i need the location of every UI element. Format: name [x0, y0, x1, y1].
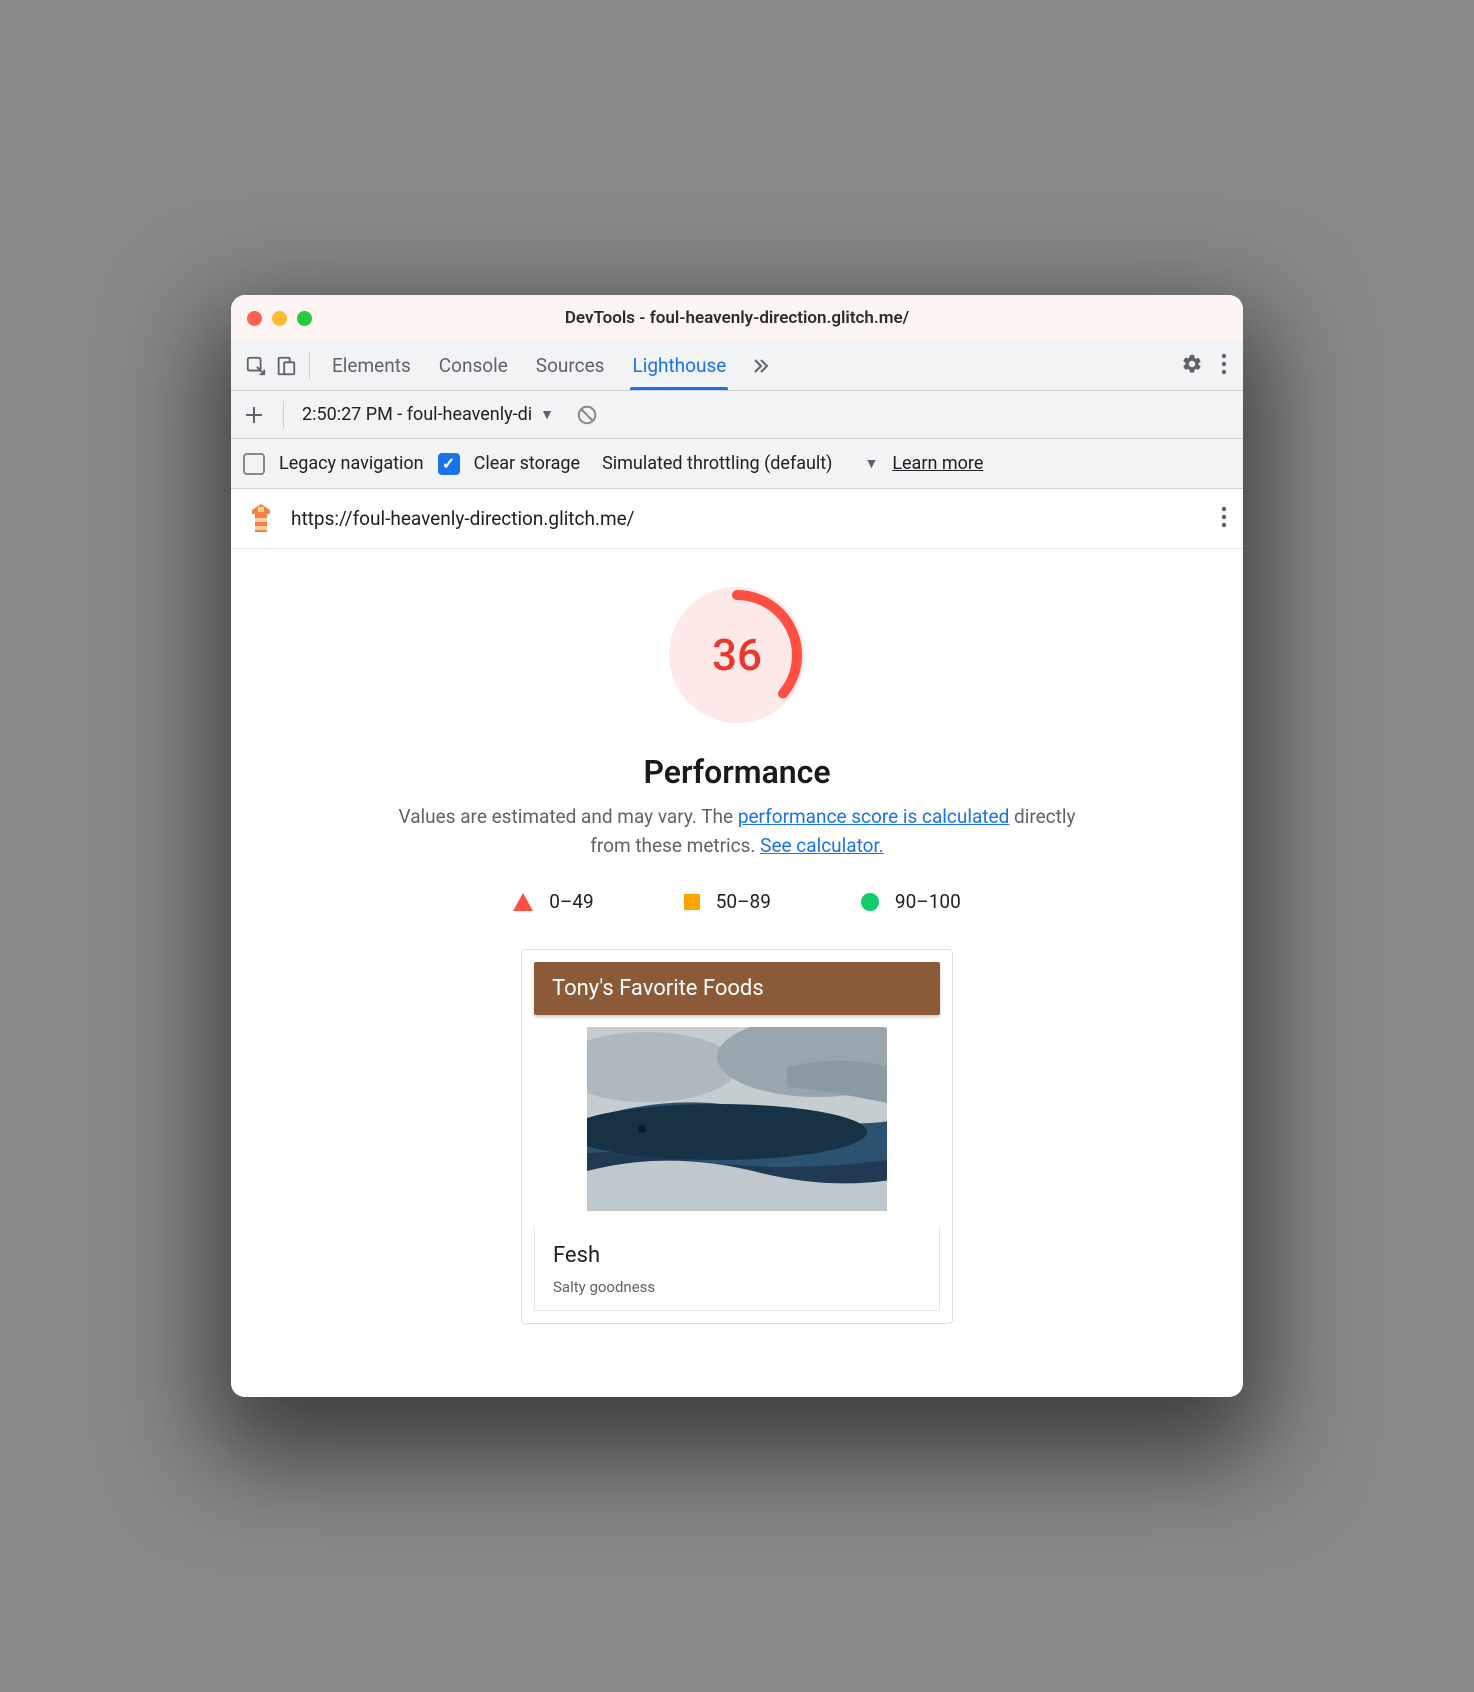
tab-console[interactable]: Console: [439, 341, 508, 390]
performance-gauge: 36: [669, 587, 805, 723]
legend-pass: 90–100: [861, 890, 961, 913]
legend-pass-label: 90–100: [895, 890, 961, 913]
tab-elements[interactable]: Elements: [332, 341, 411, 390]
inspect-element-icon[interactable]: [241, 355, 271, 377]
report-selector[interactable]: 2:50:27 PM - foul-heavenly-di ▼: [302, 404, 554, 425]
card-subtitle: Salty goodness: [553, 1278, 921, 1296]
throttling-dropdown-icon[interactable]: ▼: [864, 455, 878, 472]
circle-icon: [861, 893, 879, 911]
legend-fail-label: 0–49: [549, 890, 594, 913]
screenshot-card: Tony's Favorite Foods Fesh Salty goodnes…: [521, 949, 953, 1324]
traffic-lights: [247, 311, 312, 326]
score-calculated-link[interactable]: performance score is calculated: [738, 805, 1009, 828]
performance-heading: Performance: [643, 753, 830, 791]
chevron-down-icon: ▼: [540, 406, 554, 423]
desc-text-1: Values are estimated and may vary. The: [399, 805, 738, 828]
learn-more-link[interactable]: Learn more: [892, 453, 983, 474]
clear-storage-label: Clear storage: [474, 453, 580, 474]
see-calculator-link[interactable]: See calculator.: [760, 834, 884, 857]
devtools-window: DevTools - foul-heavenly-direction.glitc…: [231, 295, 1243, 1397]
card-body: Fesh Salty goodness: [534, 1227, 940, 1311]
clear-all-icon[interactable]: [572, 404, 602, 426]
report-selector-label: 2:50:27 PM - foul-heavenly-di: [302, 404, 532, 425]
score-legend: 0–49 50–89 90–100: [513, 890, 961, 913]
legend-average-label: 50–89: [716, 890, 771, 913]
more-tabs-icon[interactable]: [748, 354, 772, 378]
clear-storage-checkbox[interactable]: [438, 453, 460, 475]
lighthouse-logo-icon: [247, 504, 275, 534]
zoom-window-button[interactable]: [297, 311, 312, 326]
more-options-icon[interactable]: [1221, 353, 1227, 379]
performance-score: 36: [669, 587, 805, 723]
legacy-navigation-label: Legacy navigation: [279, 453, 424, 474]
triangle-icon: [513, 893, 533, 911]
lighthouse-report: 36 Performance Values are estimated and …: [231, 549, 1243, 1397]
report-url-row: https://foul-heavenly-direction.glitch.m…: [231, 489, 1243, 549]
new-report-button[interactable]: [243, 404, 265, 426]
titlebar: DevTools - foul-heavenly-direction.glitc…: [231, 295, 1243, 341]
tab-sources[interactable]: Sources: [536, 341, 605, 390]
lighthouse-options: Legacy navigation Clear storage Simulate…: [231, 439, 1243, 489]
settings-gear-icon[interactable]: [1181, 353, 1203, 379]
legend-average: 50–89: [684, 890, 771, 913]
tab-lighthouse[interactable]: Lighthouse: [632, 341, 726, 390]
square-icon: [684, 894, 700, 910]
throttling-label: Simulated throttling (default): [602, 453, 832, 474]
device-toolbar-icon[interactable]: [271, 355, 301, 377]
divider: [283, 401, 284, 429]
performance-description: Values are estimated and may vary. The p…: [377, 803, 1097, 860]
close-window-button[interactable]: [247, 311, 262, 326]
card-header: Tony's Favorite Foods: [534, 962, 940, 1015]
report-url: https://foul-heavenly-direction.glitch.m…: [291, 507, 1205, 530]
lighthouse-toolbar: 2:50:27 PM - foul-heavenly-di ▼: [231, 391, 1243, 439]
legacy-navigation-checkbox[interactable]: [243, 453, 265, 475]
report-menu-icon[interactable]: [1221, 506, 1227, 532]
card-image: [587, 1027, 887, 1211]
card-title: Fesh: [553, 1243, 921, 1268]
devtools-toolbar: Elements Console Sources Lighthouse: [231, 341, 1243, 391]
legend-fail: 0–49: [513, 890, 594, 913]
panel-tabs: Elements Console Sources Lighthouse: [332, 341, 726, 390]
window-title: DevTools - foul-heavenly-direction.glitc…: [231, 308, 1243, 328]
minimize-window-button[interactable]: [272, 311, 287, 326]
divider: [309, 352, 310, 380]
